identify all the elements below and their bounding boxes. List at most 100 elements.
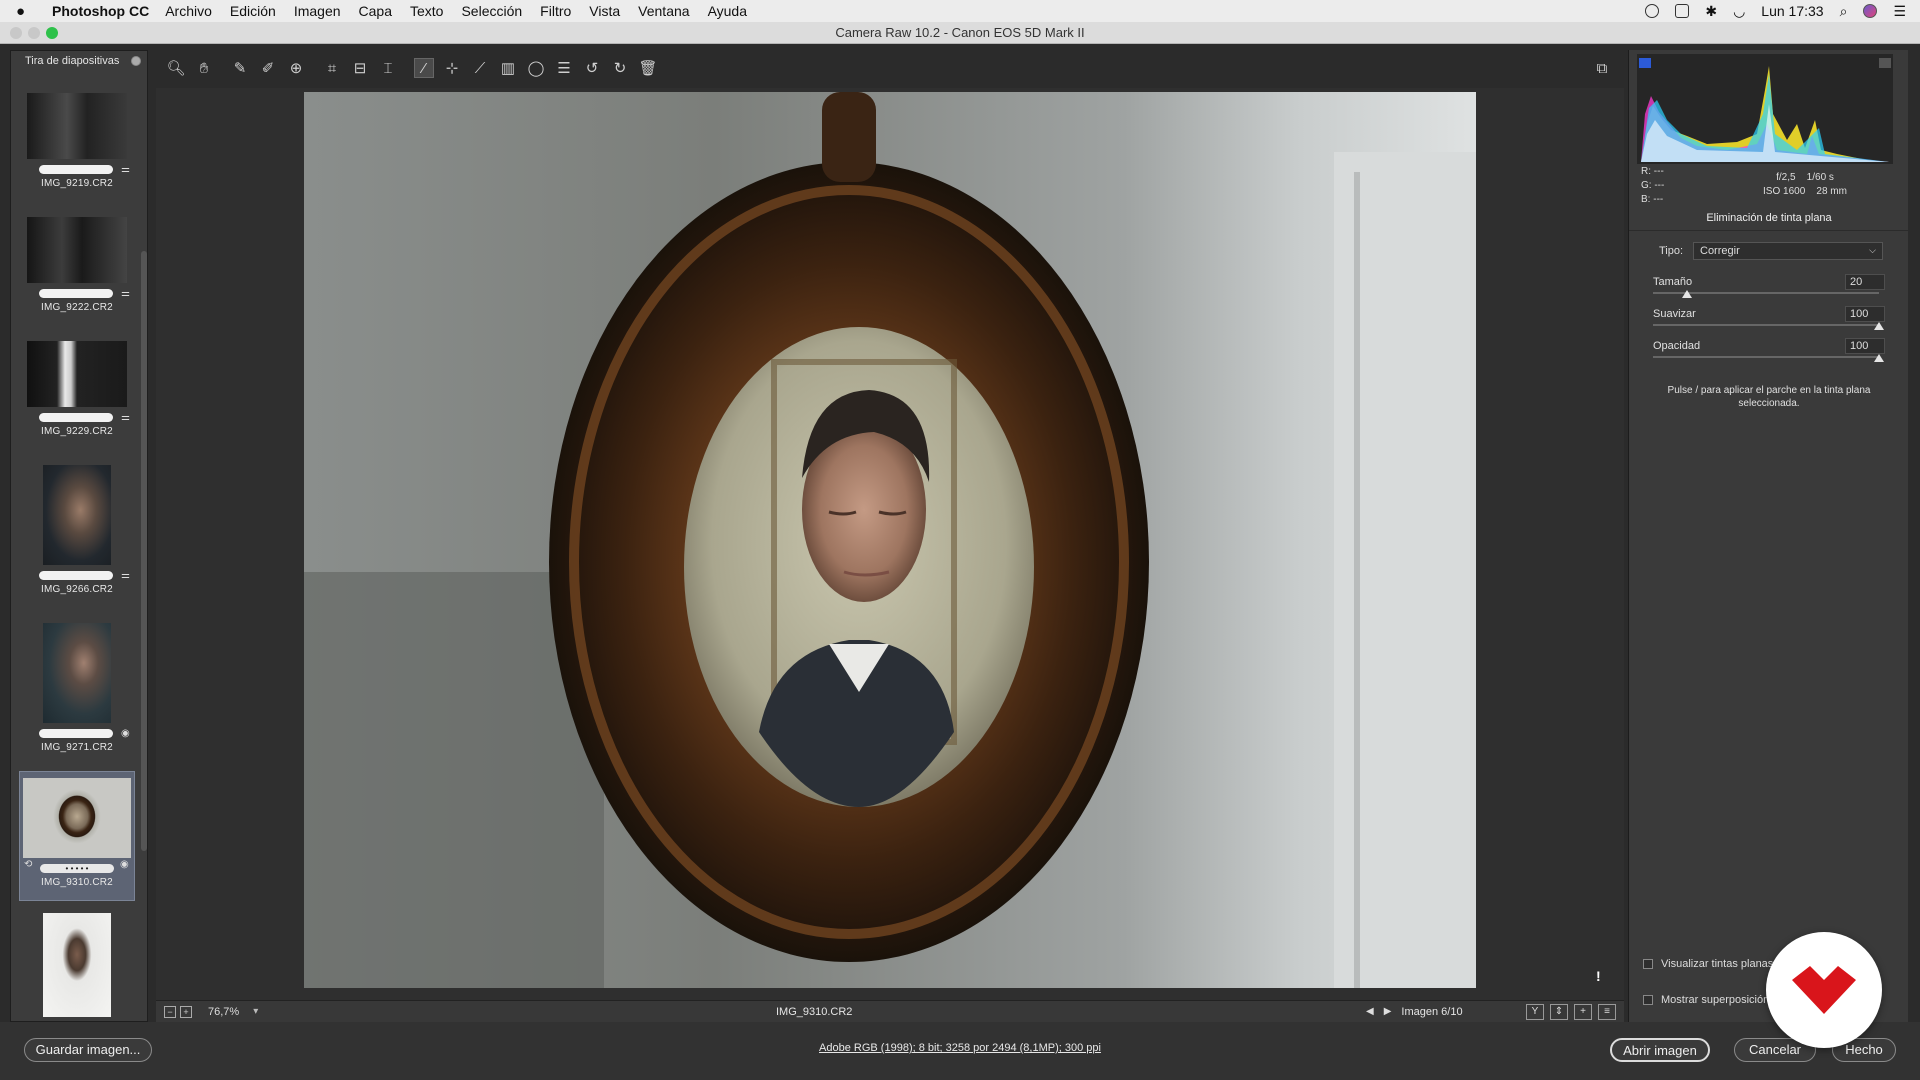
filmstrip-item[interactable]: ◉ IMG_9271.CR2 <box>19 623 135 753</box>
photo-preview[interactable] <box>304 92 1476 988</box>
image-preview-area[interactable]: ! <box>156 88 1624 1000</box>
before-after-toggle-button[interactable]: Y <box>1526 1003 1544 1020</box>
type-select[interactable]: Corregir ⌵ <box>1693 242 1883 260</box>
straighten-icon[interactable]: ⊟ <box>350 58 370 78</box>
next-image-button[interactable]: ▶ <box>1384 1006 1392 1017</box>
rating-bar[interactable] <box>39 413 113 422</box>
opacity-slider-track[interactable] <box>1653 356 1879 358</box>
zoom-dropdown-icon[interactable]: ▾ <box>253 1006 258 1017</box>
adjustments-icon: ⚌ <box>121 570 130 581</box>
rotate-left-icon[interactable]: ↺ <box>582 58 602 78</box>
menu-vista[interactable]: Vista <box>589 3 620 19</box>
trash-icon[interactable]: 🗑︎ <box>638 58 658 78</box>
menu-filtro[interactable]: Filtro <box>540 3 571 19</box>
rotate-icon[interactable]: ⟲ <box>24 860 34 870</box>
swap-settings-button[interactable]: ⇕ <box>1550 1003 1568 1020</box>
graduated-filter-icon[interactable]: ▥ <box>498 58 518 78</box>
visualize-spots-row[interactable]: Visualizar tintas planas <box>1643 958 1773 970</box>
filmstrip-item[interactable]: ⚌ IMG_9222.CR2 <box>19 217 135 313</box>
opacity-value-field[interactable]: 100 <box>1845 338 1885 354</box>
size-slider[interactable]: Tamaño 20 <box>1653 274 1889 306</box>
preferences-icon[interactable]: ☰ <box>554 58 574 78</box>
thumbnail-image <box>27 217 127 283</box>
warning-icon[interactable]: ! <box>1596 968 1602 984</box>
fullscreen-icon[interactable]: ⧉ <box>1592 58 1612 78</box>
crop-icon[interactable]: ⌗ <box>322 58 342 78</box>
adjustments-icon: ⚌ <box>121 412 130 423</box>
preview-preferences-button[interactable]: ≡ <box>1598 1003 1616 1020</box>
macos-menu-bar: ● Photoshop CC Archivo Edición Imagen Ca… <box>0 0 1920 22</box>
menu-imagen[interactable]: Imagen <box>294 3 341 19</box>
filmstrip-item[interactable]: ⚌ IMG_9229.CR2 <box>19 341 135 437</box>
app-menu[interactable]: Photoshop CC <box>52 3 149 19</box>
white-balance-icon[interactable]: ✎ <box>230 58 250 78</box>
shutter-value: 1/60 s <box>1806 172 1834 183</box>
wifi-icon[interactable]: ◡ <box>1733 3 1745 20</box>
hand-icon[interactable]: ✋︎ <box>194 58 214 78</box>
radial-filter-icon[interactable]: ◯ <box>526 58 546 78</box>
bluetooth-icon[interactable]: ✱ <box>1705 3 1717 20</box>
visualize-spots-checkbox[interactable] <box>1643 959 1653 969</box>
feather-slider[interactable]: Suavizar 100 <box>1653 306 1889 338</box>
opacity-slider-handle[interactable] <box>1874 354 1884 362</box>
feather-value-field[interactable]: 100 <box>1845 306 1885 322</box>
photos-icon[interactable] <box>1675 4 1690 18</box>
filmstrip-menu-button[interactable] <box>131 56 141 66</box>
thumbnail-filename: IMG_9266.CR2 <box>41 584 113 595</box>
spotlight-search-icon[interactable]: ⌕ <box>1840 3 1848 20</box>
rating-bar[interactable]: • • • • • <box>40 864 114 873</box>
zoom-level: 76,7% <box>208 1005 240 1018</box>
help-text: Pulse / para aplicar el parche en la tin… <box>1667 385 1871 409</box>
opacity-slider[interactable]: Opacidad 100 <box>1653 338 1889 370</box>
show-overlay-row[interactable]: Mostrar superposición <box>1643 994 1769 1006</box>
zoom-window-button[interactable] <box>46 27 58 39</box>
shadow-clipping-icon[interactable] <box>1639 58 1651 68</box>
zoom-icon[interactable]: 🔍︎ <box>166 58 186 78</box>
rgb-value-g: --- <box>1654 180 1665 191</box>
open-image-button[interactable]: Abrir imagen <box>1610 1038 1710 1062</box>
filmstrip-item[interactable] <box>19 913 135 1017</box>
menu-archivo[interactable]: Archivo <box>165 3 212 19</box>
minimize-window-button[interactable] <box>28 27 40 39</box>
menu-seleccion[interactable]: Selección <box>461 3 522 19</box>
transform-icon[interactable]: ⌶ <box>378 58 398 78</box>
menu-capa[interactable]: Capa <box>359 3 392 19</box>
menu-ayuda[interactable]: Ayuda <box>708 3 747 19</box>
screen-record-icon[interactable] <box>1645 4 1660 18</box>
menu-texto[interactable]: Texto <box>410 3 443 19</box>
highlight-clipping-icon[interactable] <box>1879 58 1891 68</box>
feather-slider-handle[interactable] <box>1874 322 1884 330</box>
size-value-field[interactable]: 20 <box>1845 274 1885 290</box>
rating-bar[interactable] <box>39 729 113 738</box>
menu-ventana[interactable]: Ventana <box>638 3 689 19</box>
zoom-out-button[interactable]: − <box>164 1005 176 1018</box>
feather-slider-track[interactable] <box>1653 324 1879 326</box>
rating-bar[interactable] <box>39 571 113 580</box>
close-window-button[interactable] <box>10 27 22 39</box>
red-eye-icon[interactable]: ⊹ <box>442 58 462 78</box>
spot-removal-icon[interactable]: ⁄ <box>414 58 434 78</box>
color-sampler-icon[interactable]: ✐ <box>258 58 278 78</box>
filmstrip-item[interactable]: ⚌ IMG_9219.CR2 <box>19 93 135 189</box>
siri-icon[interactable] <box>1863 4 1878 18</box>
previous-image-button[interactable]: ◀ <box>1366 1006 1374 1017</box>
show-overlay-checkbox[interactable] <box>1643 995 1653 1005</box>
menubar-clock[interactable]: Lun 17:33 <box>1761 3 1823 19</box>
copy-settings-button[interactable]: + <box>1574 1003 1592 1020</box>
zoom-in-button[interactable]: + <box>180 1005 192 1018</box>
current-filename: IMG_9310.CR2 <box>776 1005 853 1018</box>
filmstrip-item-selected[interactable]: • • • • • ⟲ ◉ IMG_9310.CR2 <box>19 771 135 901</box>
adjustment-brush-icon[interactable]: ⟋ <box>470 58 490 78</box>
rgb-label-r: R: <box>1641 166 1651 177</box>
menu-edicion[interactable]: Edición <box>230 3 276 19</box>
apple-menu-icon[interactable]: ● <box>16 3 38 20</box>
size-slider-handle[interactable] <box>1681 290 1692 298</box>
notification-center-icon[interactable]: ☰ <box>1893 3 1906 20</box>
rotate-right-icon[interactable]: ↻ <box>610 58 630 78</box>
filmstrip-scrollbar[interactable] <box>141 251 147 851</box>
filmstrip-item[interactable]: ⚌ IMG_9266.CR2 <box>19 465 135 595</box>
targeted-adjustment-icon[interactable]: ⊕ <box>286 58 306 78</box>
rating-bar[interactable] <box>39 289 113 298</box>
rating-bar[interactable] <box>39 165 113 174</box>
panel-divider <box>1629 230 1909 231</box>
